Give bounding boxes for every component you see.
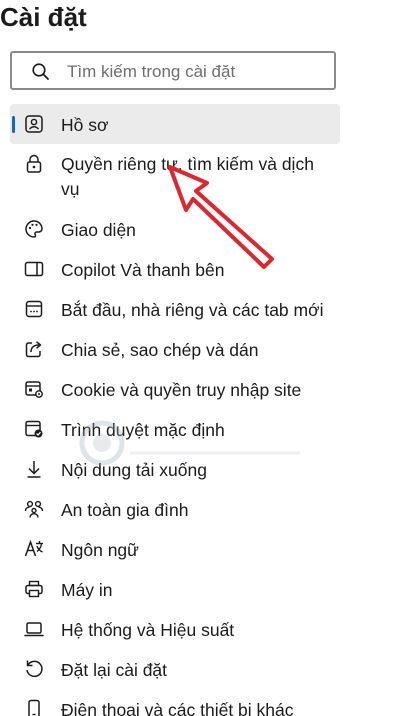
printer-icon <box>23 578 45 600</box>
nav-item-privacy[interactable]: Quyền riêng tư, tìm kiếm và dịch vụ <box>10 144 340 206</box>
search-placeholder: Tìm kiếm trong cài đặt <box>67 62 236 81</box>
nav-item-label: Chia sẻ, sao chép và dán <box>61 340 259 360</box>
nav-item-label: Điện thoại và các thiết bị khác <box>61 700 294 716</box>
language-icon <box>23 538 45 560</box>
cookie-permissions-icon <box>23 378 45 400</box>
nav-item-label: Hồ sơ <box>61 115 109 135</box>
sidebar-icon <box>23 258 45 280</box>
nav-item-label: Máy in <box>61 580 113 600</box>
phone-icon <box>23 698 45 716</box>
reset-icon <box>23 658 45 680</box>
nav-item-copilot-sidebar[interactable]: Copilot Và thanh bên <box>10 249 340 289</box>
nav-item-label: Nội dung tải xuống <box>61 460 207 480</box>
nav-item-family-safety[interactable]: An toàn gia đình <box>10 489 340 529</box>
nav-item-label: Bắt đầu, nhà riêng và các tab mới <box>61 300 324 320</box>
nav-item-printers[interactable]: Máy in <box>10 569 340 609</box>
selected-indicator <box>12 116 15 133</box>
nav-item-downloads[interactable]: Nội dung tải xuống <box>10 449 340 489</box>
page-title: Cài đặt <box>0 2 87 32</box>
nav-item-cookies-permissions[interactable]: Cookie và quyền truy nhập site <box>10 369 340 409</box>
nav-item-profile[interactable]: Hồ sơ <box>10 104 340 144</box>
nav-item-phone-devices[interactable]: Điện thoại và các thiết bị khác <box>10 689 340 716</box>
nav-item-reset-settings[interactable]: Đặt lại cài đặt <box>10 649 340 689</box>
nav-item-share-copy-paste[interactable]: Chia sẻ, sao chép và dán <box>10 329 340 369</box>
nav-item-appearance[interactable]: Giao diện <box>10 209 340 249</box>
lock-icon <box>23 153 45 175</box>
nav-item-default-browser[interactable]: Trình duyệt mặc định <box>10 409 340 449</box>
nav-item-label: Quyền riêng tư, tìm kiếm và dịch vụ <box>61 154 314 199</box>
settings-page: Cài đặt Tìm kiếm trong cài đặt Hồ sơ Quy… <box>0 0 409 716</box>
nav-item-label: An toàn gia đình <box>61 500 189 520</box>
nav-item-label: Cookie và quyền truy nhập site <box>61 380 302 400</box>
nav-item-label: Giao diện <box>61 220 136 240</box>
family-icon <box>23 498 45 520</box>
search-icon <box>31 62 51 82</box>
download-icon <box>23 458 45 480</box>
new-tab-icon <box>23 298 45 320</box>
nav-item-label: Trình duyệt mặc định <box>61 420 225 440</box>
search-input[interactable]: Tìm kiếm trong cài đặt <box>10 51 336 90</box>
default-browser-icon <box>23 418 45 440</box>
nav-item-label: Đặt lại cài đặt <box>61 660 168 680</box>
nav-item-label: Ngôn ngữ <box>61 540 139 560</box>
profile-icon <box>23 113 45 135</box>
nav-item-languages[interactable]: Ngôn ngữ <box>10 529 340 569</box>
nav-item-label: Hệ thống và Hiệu suất <box>61 620 235 640</box>
nav-item-start-home-newtab[interactable]: Bắt đầu, nhà riêng và các tab mới <box>10 289 340 329</box>
palette-icon <box>23 218 45 240</box>
nav-item-system-performance[interactable]: Hệ thống và Hiệu suất <box>10 609 340 649</box>
nav-item-label: Copilot Và thanh bên <box>61 260 225 280</box>
share-icon <box>23 338 45 360</box>
laptop-icon <box>23 618 45 640</box>
